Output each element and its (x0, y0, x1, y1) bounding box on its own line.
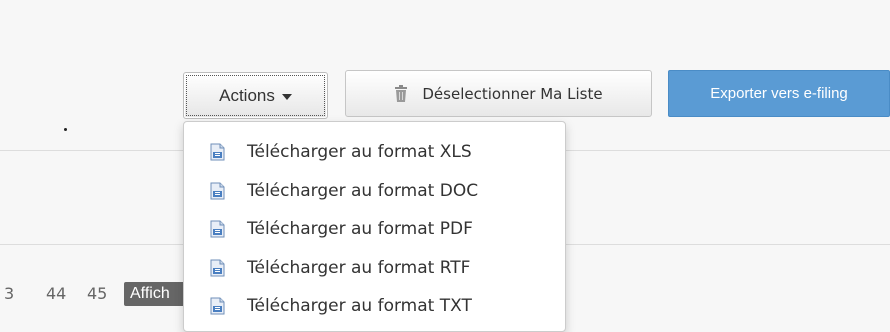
menu-item-download-doc[interactable]: Télécharger au format DOC (184, 172, 565, 211)
actions-dropdown-menu: Télécharger au format XLS Télécharger au… (183, 121, 566, 332)
menu-item-download-txt[interactable]: Télécharger au format TXT (184, 287, 565, 326)
deselect-button-label: Déselectionner Ma Liste (422, 84, 603, 103)
download-file-icon (209, 220, 227, 238)
menu-item-label: Télécharger au format XLS (247, 142, 472, 163)
menu-item-label: Télécharger au format PDF (247, 219, 473, 240)
trash-icon (394, 85, 408, 102)
page-link[interactable]: 45 (87, 282, 107, 306)
download-file-icon (209, 182, 227, 200)
download-file-icon (209, 297, 227, 315)
page-link[interactable]: 3 (4, 282, 14, 306)
actions-dropdown-button[interactable]: Actions (183, 72, 328, 119)
menu-item-label: Télécharger au format DOC (247, 180, 479, 201)
cursor-dot (64, 128, 67, 131)
download-file-icon (209, 259, 227, 277)
deselect-list-button[interactable]: Déselectionner Ma Liste (345, 70, 652, 117)
menu-item-label: Télécharger au format RTF (247, 257, 471, 278)
caret-down-icon (281, 93, 292, 100)
actions-button-label: Actions (219, 85, 275, 105)
export-efiling-button[interactable]: Exporter vers e-filing (668, 70, 890, 117)
download-file-icon (209, 143, 227, 161)
page: Actions Déselectionner Ma Liste Exporter… (0, 0, 890, 332)
export-button-label: Exporter vers e-filing (710, 85, 848, 102)
menu-item-download-rtf[interactable]: Télécharger au format RTF (184, 249, 565, 288)
page-link[interactable]: 44 (46, 282, 66, 306)
menu-item-download-pdf[interactable]: Télécharger au format PDF (184, 210, 565, 249)
menu-item-download-xls[interactable]: Télécharger au format XLS (184, 133, 565, 172)
menu-item-label: Télécharger au format TXT (247, 296, 472, 317)
